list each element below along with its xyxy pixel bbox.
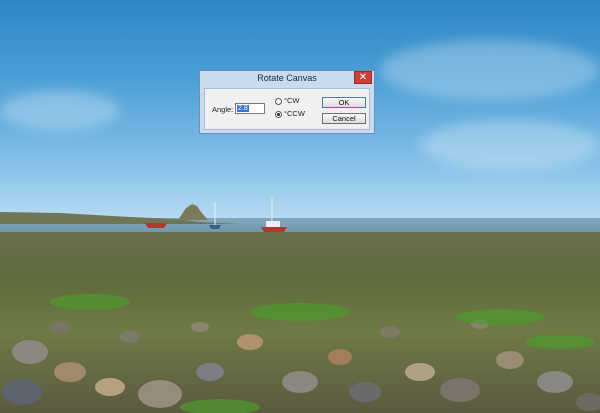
radio-ccw-label: °CCW — [284, 109, 305, 118]
dialog-title: Rotate Canvas — [257, 73, 317, 83]
pebbles — [2, 294, 600, 413]
radio-cw-indicator — [275, 97, 282, 105]
close-icon: ✕ — [358, 72, 368, 83]
dialog-body: Angle: 2.8 °CW °CCW OK Cancel — [204, 88, 370, 130]
angle-label: Angle: — [212, 105, 234, 114]
close-button[interactable]: ✕ — [354, 71, 372, 84]
radio-cw[interactable]: °CW — [275, 96, 300, 106]
radio-ccw[interactable]: °CCW — [275, 109, 305, 119]
radio-cw-label: °CW — [284, 96, 300, 105]
angle-input-value: 2.8 — [237, 105, 249, 112]
background-photo — [0, 0, 600, 413]
radio-ccw-indicator — [275, 110, 282, 118]
rotate-canvas-dialog: Rotate Canvas ✕ Angle: 2.8 °CW °CCW OK C… — [199, 70, 375, 134]
cancel-button[interactable]: Cancel — [322, 113, 366, 124]
ok-button[interactable]: OK — [322, 97, 366, 108]
angle-input[interactable]: 2.8 — [235, 103, 265, 114]
